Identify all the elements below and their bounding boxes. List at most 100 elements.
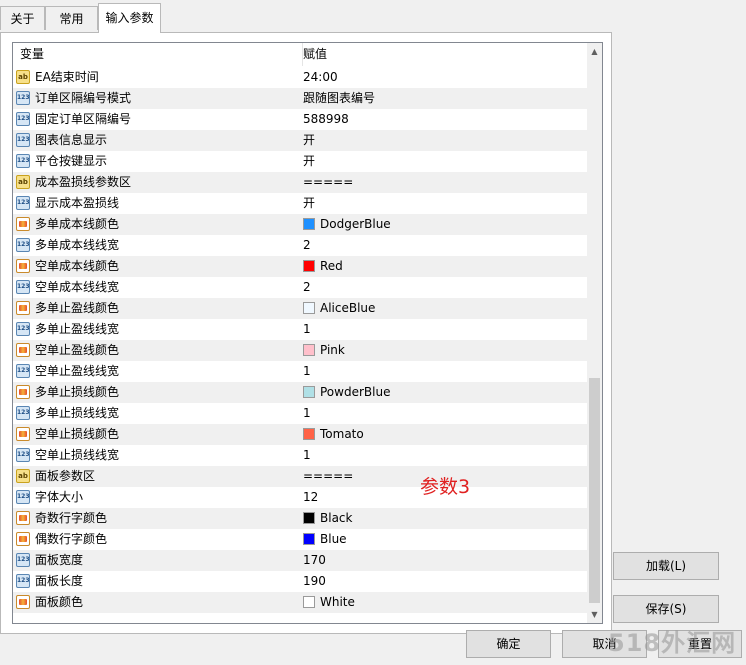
parameter-name: 面板宽度 [35,553,84,567]
parameter-value[interactable]: 开 [303,193,315,214]
table-row[interactable]: 面板颜色 White [13,592,587,613]
string-icon: ab [16,469,30,483]
table-row[interactable]: 空单止盈线颜色 Pink [13,340,587,361]
tab-input-parameters[interactable]: 输入参数 [98,3,161,33]
table-row[interactable]: 123 面板宽度 170 [13,550,587,571]
parameter-name: 空单止盈线线宽 [35,364,120,378]
table-row[interactable]: ab 成本盈损线参数区 ===== [13,172,587,193]
table-row[interactable]: 多单止盈线颜色 AliceBlue [13,298,587,319]
color-icon [16,259,30,273]
table-row[interactable]: 123 固定订单区隔编号 588998 [13,109,587,130]
tab-bar: 关于 常用 输入参数 [0,0,746,33]
table-row[interactable]: 123 空单成本线线宽 2 [13,277,587,298]
parameter-value[interactable]: ===== [303,466,353,487]
parameter-name: EA结束时间 [35,70,99,84]
table-row[interactable]: 123 显示成本盈损线 开 [13,193,587,214]
column-header-variable[interactable]: 变量 [13,43,303,66]
color-icon [16,301,30,315]
tab-common[interactable]: 常用 [45,6,98,30]
table-row[interactable]: 多单止损线颜色 PowderBlue [13,382,587,403]
parameter-value[interactable]: 170 [303,550,326,571]
table-row[interactable]: 奇数行字颜色 Black [13,508,587,529]
color-swatch [303,512,315,524]
column-header-value[interactable]: 赋值 [296,43,587,66]
parameter-name: 奇数行字颜色 [35,511,108,525]
parameter-name: 面板长度 [35,574,84,588]
table-row[interactable]: 123 空单止盈线线宽 1 [13,361,587,382]
parameter-name: 空单止盈线颜色 [35,343,120,357]
table-row[interactable]: 123 空单止损线线宽 1 [13,445,587,466]
number-icon: 123 [16,406,30,420]
parameter-value[interactable]: 190 [303,571,326,592]
scroll-down-arrow-icon[interactable]: ▼ [587,606,602,623]
parameter-value[interactable]: 2 [303,277,311,298]
table-row[interactable]: 123 字体大小 12 [13,487,587,508]
parameter-name: 图表信息显示 [35,133,108,147]
parameter-name: 多单成本线颜色 [35,217,120,231]
parameter-value[interactable]: 12 [303,487,318,508]
parameter-value[interactable]: AliceBlue [320,298,375,319]
table-row[interactable]: 123 多单止盈线线宽 1 [13,319,587,340]
parameter-value[interactable]: 1 [303,445,311,466]
string-icon: ab [16,70,30,84]
table-row[interactable]: ab 面板参数区 ===== [13,466,587,487]
color-swatch [303,386,315,398]
parameter-value[interactable]: Tomato [320,424,364,445]
parameter-value[interactable]: DodgerBlue [320,214,391,235]
color-icon [16,511,30,525]
color-icon [16,532,30,546]
string-icon: ab [16,175,30,189]
parameter-value[interactable]: 1 [303,403,311,424]
parameter-value[interactable]: 1 [303,319,311,340]
parameter-value[interactable]: 24:00 [303,67,338,88]
table-row[interactable]: 123 订单区隔编号模式 跟随图表编号 [13,88,587,109]
parameter-value[interactable]: Red [320,256,343,277]
parameter-name: 显示成本盈损线 [35,196,120,210]
parameter-value[interactable]: White [320,592,355,613]
table-row[interactable]: ab EA结束时间 24:00 [13,67,587,88]
parameter-name: 空单成本线线宽 [35,280,120,294]
table-row[interactable]: 123 平仓按键显示 开 [13,151,587,172]
parameter-name: 偶数行字颜色 [35,532,108,546]
parameter-value[interactable]: Pink [320,340,345,361]
number-icon: 123 [16,322,30,336]
table-row[interactable]: 多单成本线颜色 DodgerBlue [13,214,587,235]
parameter-name: 多单止盈线线宽 [35,322,120,336]
parameters-list[interactable]: 变量 赋值 ab EA结束时间 24:00 123 订单区隔编号模式 跟随图表编号 123 固… [12,42,603,624]
parameter-name: 面板参数区 [35,469,96,483]
parameter-value[interactable]: ===== [303,172,353,193]
number-icon: 123 [16,574,30,588]
parameter-value[interactable]: 1 [303,361,311,382]
tab-about[interactable]: 关于 [0,6,45,30]
table-row[interactable]: 偶数行字颜色 Blue [13,529,587,550]
annotation-label: 参数3 [420,476,471,498]
parameter-value[interactable]: Blue [320,529,347,550]
list-header: 变量 赋值 [13,43,587,66]
table-row[interactable]: 123 多单止损线线宽 1 [13,403,587,424]
table-row[interactable]: 空单止损线颜色 Tomato [13,424,587,445]
number-icon: 123 [16,280,30,294]
table-row[interactable]: 123 多单成本线线宽 2 [13,235,587,256]
scroll-thumb[interactable] [589,378,600,603]
load-button[interactable]: 加载(L) [613,552,719,580]
table-row[interactable]: 空单成本线颜色 Red [13,256,587,277]
number-icon: 123 [16,364,30,378]
parameter-value[interactable]: 开 [303,130,315,151]
color-icon [16,385,30,399]
parameter-value[interactable]: Black [320,508,352,529]
parameter-value[interactable]: 跟随图表编号 [303,88,375,109]
parameter-value[interactable]: 开 [303,151,315,172]
table-row[interactable]: 123 图表信息显示 开 [13,130,587,151]
number-icon: 123 [16,133,30,147]
ok-button[interactable]: 确定 [466,630,551,658]
scroll-up-arrow-icon[interactable]: ▲ [587,43,602,60]
save-button[interactable]: 保存(S) [613,595,719,623]
parameter-value[interactable]: 2 [303,235,311,256]
table-row[interactable]: 123 面板长度 190 [13,571,587,592]
parameter-value[interactable]: PowderBlue [320,382,390,403]
vertical-scrollbar[interactable]: ▲ ▼ [587,43,602,623]
parameter-name: 固定订单区隔编号 [35,112,132,126]
site-watermark: 518外汇网 [608,629,737,657]
parameter-value[interactable]: 588998 [303,109,349,130]
parameter-name: 空单止损线颜色 [35,427,120,441]
